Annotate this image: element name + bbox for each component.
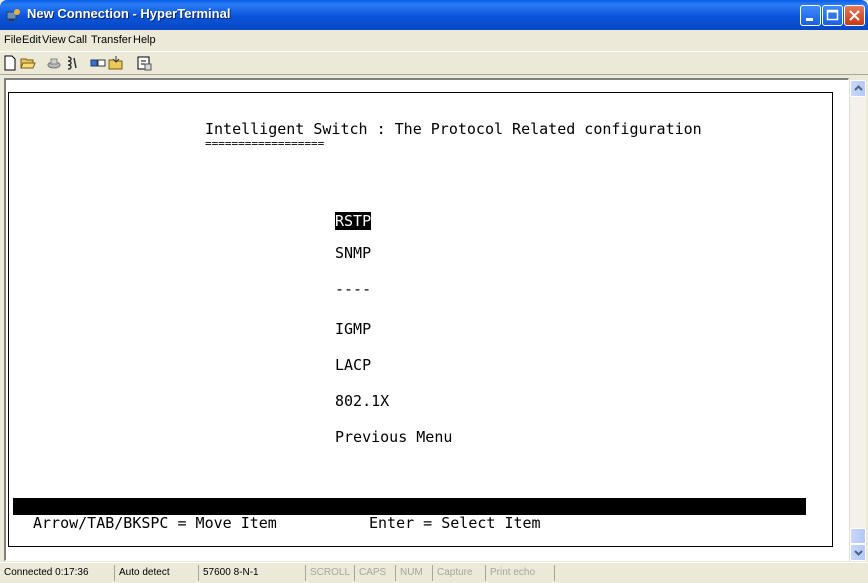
send-icon[interactable] [90,55,106,71]
properties-icon[interactable] [136,55,152,71]
minimize-icon [806,18,813,21]
vertical-scrollbar[interactable] [849,80,866,561]
window-title: New Connection - HyperTerminal [27,6,231,21]
menu-option-8021x[interactable]: 802.1X [335,392,389,410]
title-bar[interactable]: New Connection - HyperTerminal [0,0,868,30]
menu-option-separator: ---- [335,280,372,298]
open-icon[interactable] [20,55,36,71]
hyperterminal-window: New Connection - HyperTerminal File Edit… [0,0,868,583]
menu-help[interactable]: Help [133,34,156,46]
menu-option-snmp[interactable]: SNMP [335,244,371,262]
scroll-thumb[interactable] [850,528,866,544]
screen-header: Intelligent Switch : The Protocol Relate… [205,120,702,138]
header-underline: ================== [205,137,325,150]
status-detect: Auto detect [114,565,194,581]
menu-bar: File Edit View Call Transfer Help [0,30,868,50]
menu-edit[interactable]: Edit [22,34,41,46]
terminal-screen[interactable]: Intelligent Switch : The Protocol Relate… [8,92,833,547]
status-capture: Capture [432,565,482,581]
new-icon[interactable] [2,55,18,71]
description-bar: Configure the Rapid Spanning Tree Protoc… [13,498,806,532]
menu-option-lacp[interactable]: LACP [335,356,371,374]
close-icon [849,10,860,21]
hyperterminal-app-icon[interactable] [6,7,22,23]
status-settings: 57600 8-N-1 [198,565,302,581]
status-scroll: SCROLL [305,565,351,581]
status-caps: CAPS [354,565,392,581]
status-empty [554,565,868,581]
status-print-echo: Print echo [485,565,551,581]
scroll-down-button[interactable] [850,544,866,561]
close-button[interactable] [844,5,865,26]
help-move-item: Arrow/TAB/BKSPC = Move Item [33,514,277,532]
connect-icon[interactable] [46,55,62,71]
menu-view[interactable]: View [42,34,66,46]
status-num: NUM [395,565,429,581]
menu-file[interactable]: File [4,34,22,46]
menu-option-rstp[interactable]: RSTP [335,212,372,230]
menu-option-igmp[interactable]: IGMP [335,320,371,338]
toolbar [0,51,868,75]
maximize-icon [826,9,839,21]
menu-call[interactable]: Call [68,34,87,46]
scroll-up-button[interactable] [850,80,866,97]
chevron-up-icon [854,85,863,91]
chevron-down-icon [854,550,863,556]
help-select-item: Enter = Select Item [369,514,541,532]
menu-option-previous-menu[interactable]: Previous Menu [335,428,452,446]
menu-transfer[interactable]: Transfer [91,34,132,46]
maximize-button[interactable] [822,5,843,26]
status-bar: Connected 0:17:36 Auto detect 57600 8-N-… [0,562,868,583]
disconnect-icon[interactable] [64,55,80,71]
receive-icon[interactable] [108,55,124,71]
minimize-button[interactable] [800,5,821,26]
status-connected: Connected 0:17:36 [4,567,89,578]
